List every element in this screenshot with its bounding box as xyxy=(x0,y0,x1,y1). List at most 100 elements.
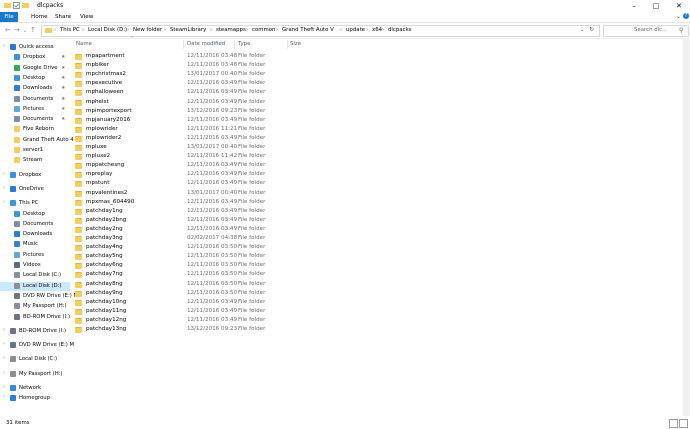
nav-item[interactable]: Dropbox ★ xyxy=(0,53,70,62)
breadcrumb-local-disk-d[interactable]: Local Disk (D:) xyxy=(88,27,127,33)
nav-item[interactable]: Local Disk (C:) xyxy=(0,271,70,280)
nav-item[interactable]: Desktop ★ xyxy=(0,74,70,83)
chevron-right-icon[interactable]: › xyxy=(3,355,5,361)
nav-item[interactable]: Documents ★ xyxy=(0,95,70,104)
maximize-button[interactable]: □ xyxy=(648,0,664,12)
file-row[interactable]: patchday12ng 12/11/2016 03:49 File folder xyxy=(71,316,521,325)
chevron-right-icon[interactable]: › xyxy=(3,394,5,400)
nav-item[interactable]: › Local Disk (C:) xyxy=(0,355,70,364)
recent-locations-icon[interactable]: ⌄ xyxy=(23,28,27,34)
nav-item[interactable]: › Quick access xyxy=(0,43,70,52)
help-icon[interactable]: ? xyxy=(683,13,689,19)
file-row[interactable]: mpluxe2 12/11/2016 11:42 File folder xyxy=(71,152,521,161)
chevron-right-icon[interactable]: › xyxy=(3,370,5,376)
breadcrumb-x64[interactable]: x64 xyxy=(372,27,382,33)
nav-item[interactable]: Documents ★ xyxy=(0,115,70,124)
details-view-icon[interactable] xyxy=(669,419,678,428)
breadcrumb-steamlibrary[interactable]: SteamLibrary xyxy=(170,27,206,33)
breadcrumb-dlcpacks[interactable]: dlcpacks xyxy=(388,27,412,33)
file-row[interactable]: patchday8ng 12/11/2016 03:50 File folder xyxy=(71,280,521,289)
up-arrow-icon[interactable]: ↑ xyxy=(30,26,36,34)
file-row[interactable]: mpluxe 13/01/2017 00:40 File folder xyxy=(71,143,521,152)
nav-item[interactable]: DVD RW Drive (E:) M xyxy=(0,292,78,301)
breadcrumb-steamapps[interactable]: steamapps xyxy=(216,27,246,33)
nav-item[interactable]: Videos xyxy=(0,261,70,270)
file-row[interactable]: patchday5ng 12/11/2016 03:50 File folder xyxy=(71,252,521,261)
file-row[interactable]: mpbiker 12/11/2016 03:48 File folder xyxy=(71,61,521,70)
search-box[interactable]: Search dlc... ⚲ xyxy=(603,25,689,37)
chevron-right-icon[interactable]: › xyxy=(3,185,5,191)
nav-item[interactable]: Desktop xyxy=(0,210,70,219)
nav-item[interactable]: Google Drive ★ xyxy=(0,64,70,73)
file-row[interactable]: patchday13ng 13/12/2016 09:23 File folder xyxy=(71,325,521,334)
file-row[interactable]: mpheist 12/11/2016 03:49 File folder xyxy=(71,98,521,107)
nav-item[interactable]: › OneDrive xyxy=(0,185,70,194)
file-row[interactable]: patchday2bng 12/11/2016 03:49 File folder xyxy=(71,216,521,225)
new-folder-icon[interactable] xyxy=(22,2,29,9)
file-row[interactable]: mplowrider2 12/11/2016 03:49 File folder xyxy=(71,134,521,143)
file-row[interactable]: mpjanuary2016 12/11/2016 03:49 File folder xyxy=(71,116,521,125)
nav-item[interactable]: BD-ROM Drive (I:) xyxy=(0,313,70,322)
nav-item[interactable]: My Passport (H:) xyxy=(0,302,70,311)
large-icons-view-icon[interactable] xyxy=(679,419,688,428)
file-row[interactable]: patchday11ng 12/11/2016 03:49 File folder xyxy=(71,307,521,316)
nav-item[interactable]: Local Disk (D:) xyxy=(0,281,70,291)
file-row[interactable]: mpxmas_604490 12/11/2016 03:49 File folder xyxy=(71,198,521,207)
nav-item[interactable]: Stream xyxy=(0,156,70,165)
forward-arrow-icon[interactable]: → xyxy=(14,26,20,34)
tab-file[interactable]: File xyxy=(0,12,18,22)
column-header-type[interactable]: Type xyxy=(238,41,250,47)
nav-item[interactable]: Grand Theft Auto 4 xyxy=(0,136,74,145)
file-row[interactable]: patchday7ng 12/11/2016 03:50 File folder xyxy=(71,270,521,279)
nav-item[interactable]: Music xyxy=(0,240,70,249)
nav-item[interactable]: Downloads xyxy=(0,230,70,239)
file-row[interactable]: patchday2ng 12/11/2016 03:49 File folder xyxy=(71,225,521,234)
minimize-button[interactable]: – xyxy=(626,0,642,12)
nav-item[interactable]: Five Reborn xyxy=(0,125,70,134)
chevron-right-icon[interactable]: › xyxy=(3,171,5,177)
tab-home[interactable]: Home xyxy=(27,12,52,22)
file-row[interactable]: patchday6ng 12/11/2016 03:50 File folder xyxy=(71,261,521,270)
column-header-date[interactable]: Date modified xyxy=(187,41,225,47)
column-divider[interactable] xyxy=(234,40,235,49)
tab-view[interactable]: View xyxy=(76,12,97,22)
file-row[interactable]: patchday3ng 02/02/2017 04:38 File folder xyxy=(71,234,521,243)
chevron-right-icon[interactable]: › xyxy=(3,327,5,333)
column-header-size[interactable]: Size xyxy=(290,41,301,47)
nav-item[interactable]: Pictures ★ xyxy=(0,105,70,114)
nav-item[interactable]: Documents xyxy=(0,220,70,229)
file-row[interactable]: mpexecutive 12/11/2016 03:49 File folder xyxy=(71,79,521,88)
vertical-scrollbar[interactable] xyxy=(683,39,690,416)
breadcrumb-common[interactable]: common xyxy=(252,27,275,33)
file-row[interactable]: mpreplay 12/11/2016 03:49 File folder xyxy=(71,170,521,179)
chevron-right-icon[interactable]: › xyxy=(3,199,5,205)
chevron-right-icon[interactable]: › xyxy=(3,43,5,49)
nav-item[interactable]: Pictures xyxy=(0,251,70,260)
file-row[interactable]: mpapartment 12/11/2016 03:48 File folder xyxy=(71,52,521,61)
column-divider[interactable] xyxy=(287,40,288,49)
file-row[interactable]: patchday1ng 12/11/2016 03:49 File folder xyxy=(71,207,521,216)
file-row[interactable]: mpimportexport 13/12/2016 09:23 File folde… xyxy=(71,107,521,116)
chevron-right-icon[interactable]: › xyxy=(3,341,5,347)
file-row[interactable]: mpvalentines2 13/01/2017 00:40 File folder xyxy=(71,189,521,198)
tab-share[interactable]: Share xyxy=(51,12,75,22)
nav-item[interactable]: › DVD RW Drive (E:) M xyxy=(0,341,74,350)
breadcrumb-update[interactable]: update xyxy=(346,27,365,33)
chevron-down-icon[interactable]: ⌄ xyxy=(676,13,681,20)
chevron-right-icon[interactable]: › xyxy=(3,384,5,390)
nav-item[interactable]: › This PC xyxy=(0,199,70,208)
nav-item[interactable]: › Homegroup xyxy=(0,394,70,403)
file-row[interactable]: mpchristmas2 13/01/2017 00:40 File folder xyxy=(71,70,521,79)
file-row[interactable]: patchday4ng 12/11/2016 03:50 File folder xyxy=(71,243,521,252)
nav-item[interactable]: › My Passport (H:) xyxy=(0,370,70,379)
nav-item[interactable]: › BD-ROM Drive (I:) xyxy=(0,327,70,336)
file-row[interactable]: patchday10ng 12/11/2016 03:49 File folder xyxy=(71,298,521,307)
column-divider[interactable] xyxy=(183,40,184,49)
file-row[interactable]: mppatchesng 12/11/2016 03:49 File folder xyxy=(71,161,521,170)
file-row[interactable]: mphalloween 12/11/2016 03:49 File folder xyxy=(71,88,521,97)
breadcrumb-this-pc[interactable]: This PC xyxy=(60,27,80,33)
file-row[interactable]: mpstunt 12/11/2016 03:49 File folder xyxy=(71,179,521,188)
nav-item[interactable]: › Dropbox xyxy=(0,171,70,180)
nav-item[interactable]: server1 xyxy=(0,146,70,155)
column-header-name[interactable]: Name xyxy=(76,41,92,47)
